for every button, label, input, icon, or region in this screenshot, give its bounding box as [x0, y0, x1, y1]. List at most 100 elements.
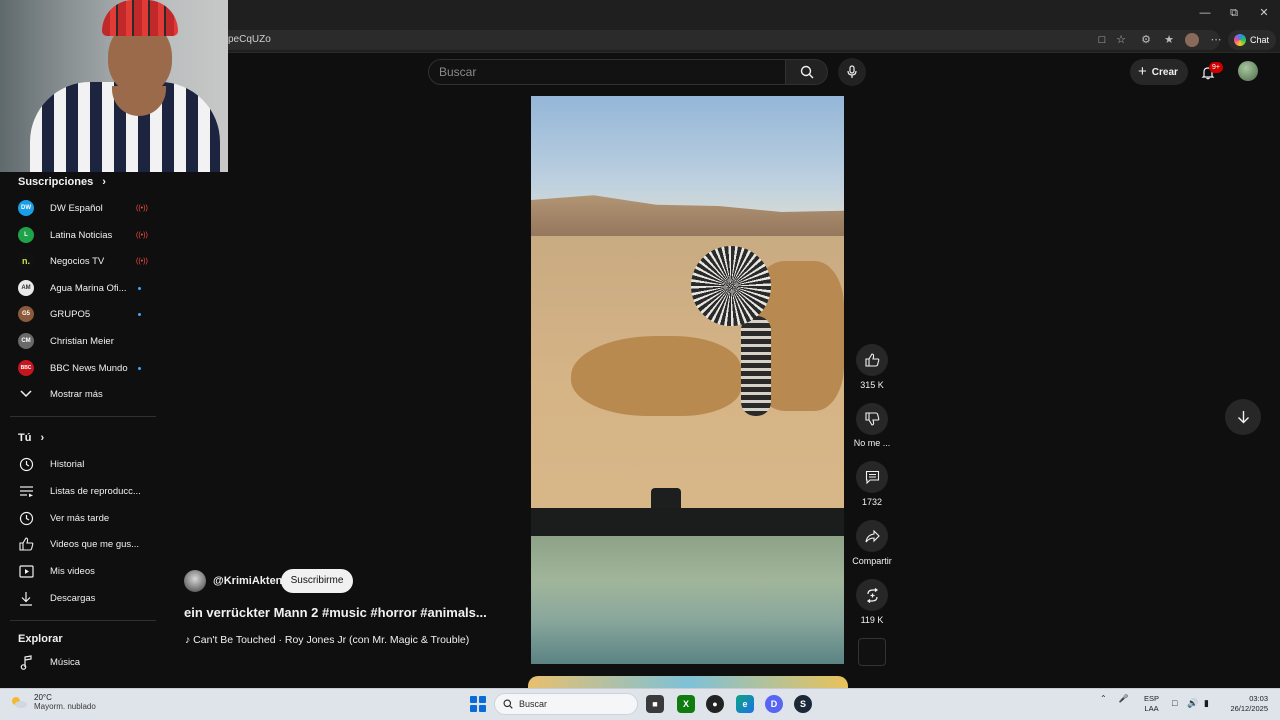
- channel-avatar: G5: [18, 306, 34, 322]
- sidebar-item-playlists[interactable]: Listas de reproducc...: [10, 478, 154, 504]
- task-view-icon[interactable]: ■: [646, 695, 664, 713]
- new-content-dot: [138, 366, 141, 370]
- video-porcupine: [691, 246, 771, 326]
- microphone-icon[interactable]: 🎤: [1119, 694, 1129, 703]
- short-title[interactable]: ein verrückter Mann 2 #music #horror #an…: [184, 605, 487, 620]
- next-short-button[interactable]: [1225, 399, 1261, 435]
- thumbs-up-icon: [18, 536, 34, 552]
- music-note-icon: ♪: [185, 634, 191, 646]
- account-avatar[interactable]: [1238, 61, 1258, 81]
- volume-icon[interactable]: 🔊: [1187, 698, 1198, 709]
- new-content-dot: [138, 312, 141, 316]
- copilot-chat-button[interactable]: Chat: [1228, 30, 1276, 50]
- weather-condition: Mayorm. nublado: [34, 702, 96, 711]
- short-sound-link[interactable]: ♪ Can't Be Touched · Roy Jones Jr (con M…: [185, 634, 469, 646]
- sidebar-item-label: Listas de reproducc...: [50, 485, 141, 497]
- subscribe-button[interactable]: Suscribirme: [281, 569, 353, 593]
- comments-button[interactable]: [856, 461, 888, 493]
- extensions-icon[interactable]: ⚙: [1139, 33, 1153, 47]
- video-vehicle-rail: [531, 508, 844, 538]
- video-icon: [18, 563, 34, 579]
- clock-time: 03:03: [1249, 694, 1268, 703]
- like-button[interactable]: [856, 344, 888, 376]
- channel-avatar: DW: [18, 200, 34, 216]
- subscriptions-heading[interactable]: Suscripciones ›: [18, 176, 106, 188]
- you-heading[interactable]: Tú ›: [18, 432, 44, 444]
- sidebar-divider: [10, 416, 156, 417]
- url-field[interactable]: [150, 30, 1220, 50]
- sidebar-item-latina-noticias[interactable]: L Latina Noticias ((•)): [10, 222, 154, 248]
- favorites-icon[interactable]: ★: [1162, 33, 1176, 47]
- start-button[interactable]: [470, 696, 486, 712]
- sidebar-item-grupo5[interactable]: G5 GRUPO5: [10, 301, 154, 327]
- live-icon: ((•)): [136, 231, 148, 239]
- network-icon[interactable]: □: [1172, 698, 1177, 708]
- more-menu-icon[interactable]: ⋯: [1209, 33, 1223, 47]
- windows-taskbar: [0, 688, 1280, 720]
- sidebar-item-negocios-tv[interactable]: n. Negocios TV ((•)): [10, 248, 154, 274]
- thumbs-up-icon: [864, 353, 879, 367]
- create-button[interactable]: + Crear: [1130, 59, 1188, 85]
- xbox-icon[interactable]: X: [677, 695, 695, 713]
- language-code: ESP: [1144, 694, 1160, 703]
- sidebar-item-label: Videos que me gus...: [50, 538, 140, 550]
- voice-search-button[interactable]: [838, 58, 866, 86]
- edge-browser-icon[interactable]: e: [736, 695, 754, 713]
- sidebar-item-liked-videos[interactable]: Videos que me gus...: [10, 531, 154, 557]
- app-available-icon[interactable]: □: [1095, 33, 1109, 47]
- short-video-player[interactable]: [531, 96, 844, 664]
- notifications-badge: 9+: [1209, 62, 1223, 73]
- sidebar-item-christian-meier[interactable]: CM Christian Meier: [10, 328, 154, 354]
- weather-widget[interactable]: 20°C Mayorm. nublado: [10, 693, 96, 711]
- channel-avatar[interactable]: [184, 570, 206, 592]
- sidebar-item-agua-marina[interactable]: AM Agua Marina Ofi...: [10, 275, 154, 301]
- video-porcupine-quills: [741, 316, 771, 416]
- arrow-down-icon: [1237, 411, 1249, 424]
- sidebar-item-label: GRUPO5: [50, 308, 91, 320]
- discord-icon[interactable]: D: [765, 695, 783, 713]
- remix-icon: [866, 587, 878, 603]
- sidebar-item-label: Agua Marina Ofi...: [50, 282, 127, 294]
- sound-thumbnail[interactable]: [858, 638, 886, 666]
- bbc-logo-icon: BBC: [18, 360, 34, 376]
- windows-logo-tile: [470, 704, 478, 712]
- create-label: Crear: [1151, 66, 1178, 78]
- sidebar-item-downloads[interactable]: Descargas: [10, 585, 154, 611]
- chevron-up-icon[interactable]: ⌃: [1100, 694, 1107, 703]
- latina-logo-icon: L: [18, 227, 34, 243]
- sidebar-item-my-videos[interactable]: Mis videos: [10, 558, 154, 584]
- sidebar-item-watch-later[interactable]: Ver más tarde: [10, 505, 154, 531]
- dislike-button[interactable]: [856, 403, 888, 435]
- minimize-icon[interactable]: —: [1198, 6, 1212, 20]
- live-icon: ((•)): [136, 257, 148, 265]
- sidebar-item-label: DW Español: [50, 202, 103, 214]
- input-language[interactable]: ESP LAA: [1144, 694, 1159, 714]
- sidebar-show-more[interactable]: Mostrar más: [10, 381, 154, 407]
- like-count: 315 K: [860, 380, 884, 390]
- close-icon[interactable]: ✕: [1257, 6, 1271, 20]
- search-input[interactable]: [428, 59, 786, 85]
- sidebar-item-history[interactable]: Historial: [10, 451, 154, 477]
- taskbar-clock[interactable]: 03:03 26/12/2025: [1224, 694, 1268, 714]
- channel-handle[interactable]: @KrimiAkten: [213, 575, 282, 587]
- favorite-star-icon[interactable]: ☆: [1114, 33, 1128, 47]
- battery-icon[interactable]: ▮: [1204, 698, 1209, 709]
- next-short-preview[interactable]: [528, 676, 848, 688]
- sidebar-item-dw-espanol[interactable]: DW DW Español ((•)): [10, 195, 154, 221]
- sidebar-item-label: Historial: [50, 458, 85, 470]
- profile-icon[interactable]: [1185, 33, 1199, 47]
- sidebar-item-label: Negocios TV: [50, 255, 105, 267]
- sidebar-item-music[interactable]: Música: [10, 649, 154, 675]
- live-icon: ((•)): [136, 204, 148, 212]
- share-button[interactable]: [856, 520, 888, 552]
- steam-icon[interactable]: S: [794, 695, 812, 713]
- taskbar-search[interactable]: Buscar: [494, 693, 638, 715]
- video-lion-left: [571, 336, 741, 416]
- media-player-icon[interactable]: ●: [706, 695, 724, 713]
- search-button[interactable]: [786, 59, 828, 85]
- channel-avatar: n.: [18, 253, 34, 269]
- remix-button[interactable]: [856, 579, 888, 611]
- restore-icon[interactable]: ⧉: [1227, 6, 1241, 20]
- sidebar-item-bbc-news-mundo[interactable]: BBC BBC News Mundo: [10, 355, 154, 381]
- cloudy-weather-icon: [12, 697, 27, 708]
